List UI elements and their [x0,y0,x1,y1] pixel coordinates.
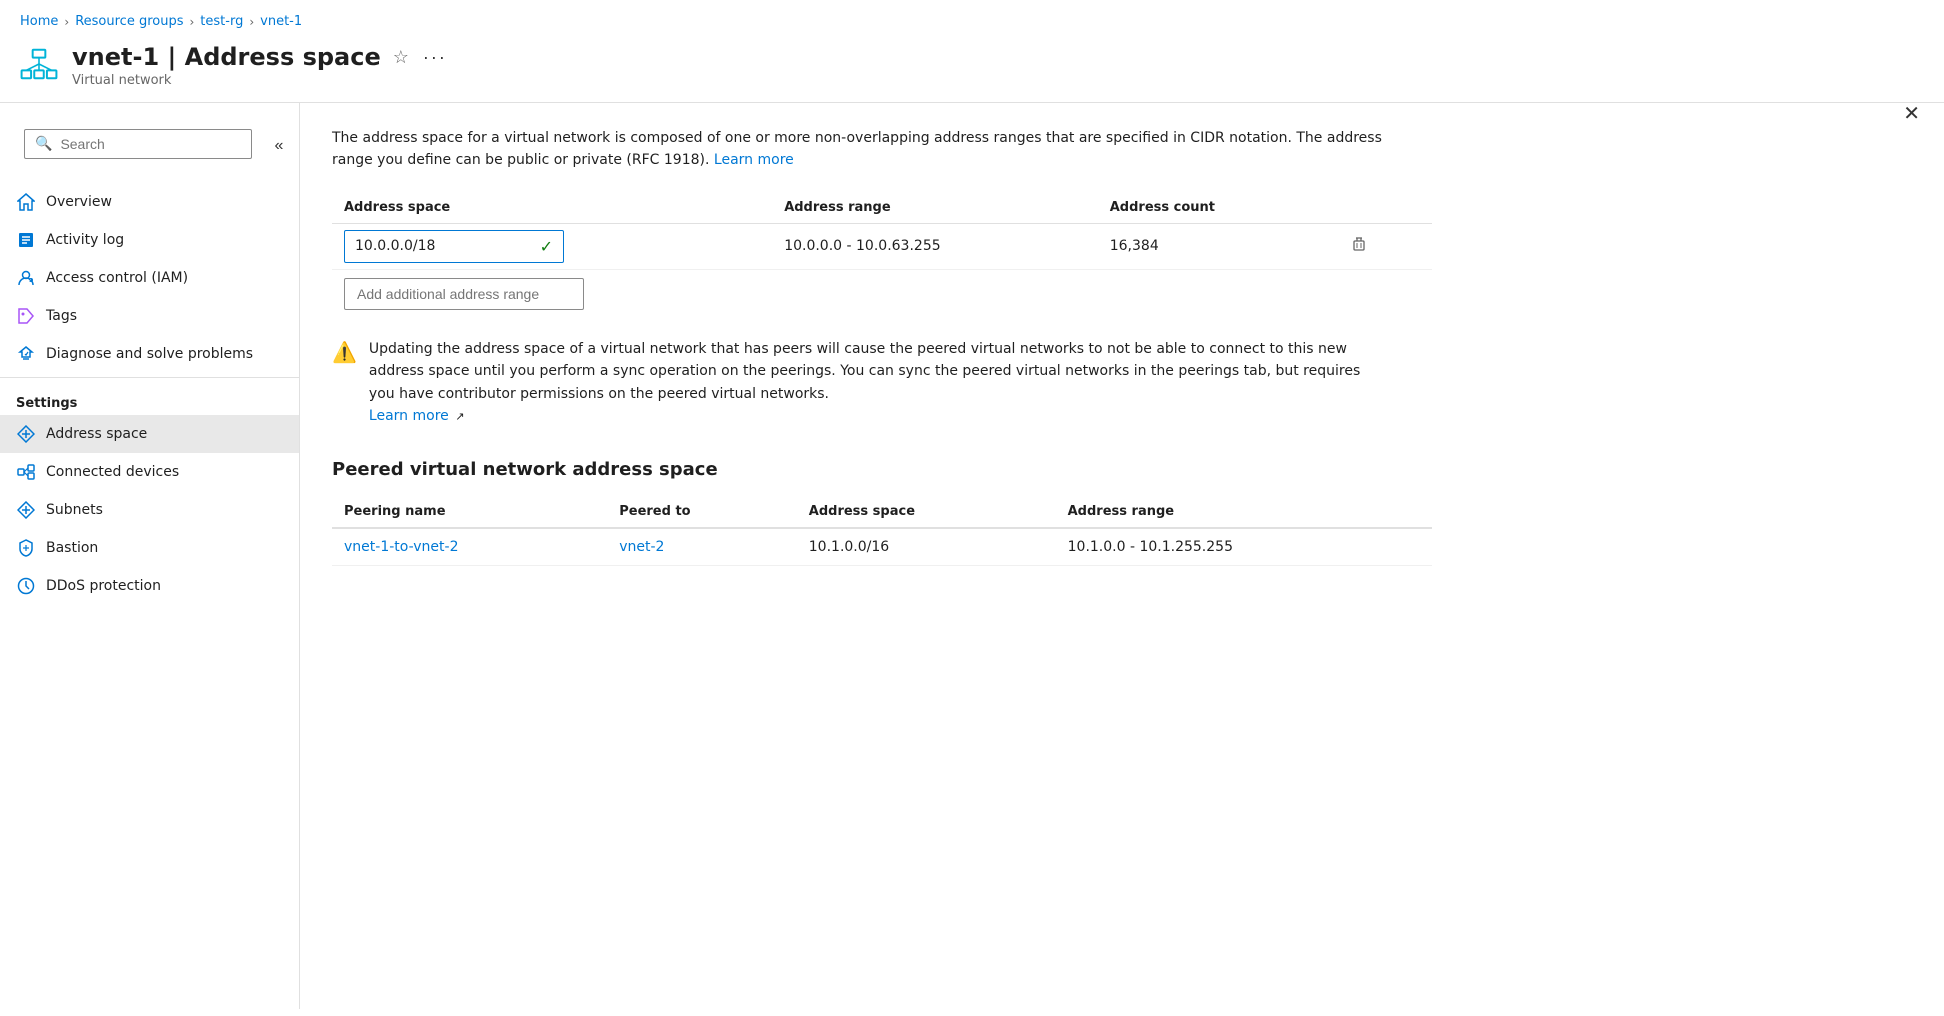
sidebar-item-activity-log[interactable]: Activity log [0,221,299,259]
warning-learn-more-link[interactable]: Learn more [369,408,449,424]
more-actions-button[interactable]: ··· [421,45,449,70]
breadcrumb-resource-groups[interactable]: Resource groups [75,14,183,29]
search-input[interactable] [60,136,241,152]
collapse-sidebar-button[interactable]: « [268,135,289,157]
external-link-icon: ↗ [455,410,464,423]
peered-col-peering-name: Peering name [332,496,607,528]
col-header-address-count: Address count [1098,192,1331,224]
tags-icon [16,306,36,326]
sidebar-item-bastion-label: Bastion [46,540,98,556]
breadcrumb-home[interactable]: Home [20,14,58,29]
sidebar-divider [0,377,299,378]
sidebar-item-subnets-label: Subnets [46,502,103,518]
resource-title-text: vnet-1 | Address space [72,43,381,71]
diagnose-icon [16,344,36,364]
warning-box: ⚠️ Updating the address space of a virtu… [332,334,1382,432]
warning-icon: ⚠️ [332,340,357,428]
iam-icon: ✓ [16,268,36,288]
sidebar-item-connected-devices-label: Connected devices [46,464,179,480]
sidebar-item-diagnose-label: Diagnose and solve problems [46,346,253,362]
add-address-row [332,269,1432,318]
add-address-range-input[interactable] [344,278,584,310]
peered-col-peered-to: Peered to [607,496,797,528]
breadcrumb-sep-3: › [249,15,254,29]
col-header-address-range: Address range [772,192,1098,224]
search-icon: 🔍 [35,136,52,152]
address-space-value: 10.0.0.0/18 [355,238,435,254]
sidebar-item-overview-label: Overview [46,194,112,210]
vnet-icon [20,45,58,83]
breadcrumb-sep-2: › [189,15,194,29]
resource-title: vnet-1 | Address space ☆ ··· [72,43,1924,71]
breadcrumb: Home › Resource groups › test-rg › vnet-… [0,0,1944,37]
breadcrumb-rg-name[interactable]: test-rg [200,14,243,29]
address-table: Address space Address range Address coun… [332,192,1432,318]
main-content: The address space for a virtual network … [300,103,1944,1009]
bastion-icon [16,538,36,558]
sidebar-item-tags-label: Tags [46,308,77,324]
connected-devices-icon [16,462,36,482]
favorite-button[interactable]: ☆ [391,45,411,70]
activity-log-icon [16,230,36,250]
breadcrumb-sep-1: › [64,15,69,29]
sidebar-item-activity-log-label: Activity log [46,232,124,248]
settings-section-label: Settings [0,382,299,415]
sidebar: 🔍 « Overview Activity log ✓ Access contr… [0,103,300,1009]
sidebar-item-subnets[interactable]: Subnets [0,491,299,529]
peered-address-space: 10.1.0.0/16 [797,528,1056,566]
sidebar-item-ddos-label: DDoS protection [46,578,161,594]
peered-col-address-space: Address space [797,496,1056,528]
peered-section-title: Peered virtual network address space [332,459,1912,480]
sidebar-item-address-space-label: Address space [46,426,147,442]
sidebar-item-tags[interactable]: Tags [0,297,299,335]
resource-title-block: vnet-1 | Address space ☆ ··· Virtual net… [72,43,1924,88]
main-layout: 🔍 « Overview Activity log ✓ Access contr… [0,103,1944,1009]
delete-address-button[interactable] [1343,232,1375,261]
description-learn-more-link[interactable]: Learn more [714,152,794,168]
valid-check-icon: ✓ [540,237,553,256]
description-text: The address space for a virtual network … [332,127,1382,172]
sidebar-item-iam-label: Access control (IAM) [46,270,188,286]
col-header-address-space: Address space [332,192,772,224]
sidebar-item-diagnose[interactable]: Diagnose and solve problems [0,335,299,373]
peered-to-link[interactable]: vnet-2 [619,539,664,555]
address-range-value: 10.0.0.0 - 10.0.63.255 [772,223,1098,269]
search-box[interactable]: 🔍 [24,129,252,159]
peered-address-range: 10.1.0.0 - 10.1.255.255 [1056,528,1432,566]
breadcrumb-resource[interactable]: vnet-1 [260,14,302,29]
svg-text:✓: ✓ [28,278,31,283]
overview-icon [16,192,36,212]
ddos-icon [16,576,36,596]
sidebar-item-address-space[interactable]: Address space [0,415,299,453]
peered-col-address-range: Address range [1056,496,1432,528]
sidebar-item-overview[interactable]: Overview [0,183,299,221]
resource-subtitle: Virtual network [72,73,1924,88]
sidebar-item-ddos[interactable]: DDoS protection [0,567,299,605]
address-space-icon [16,424,36,444]
address-row: 10.0.0.0/18 ✓ 10.0.0.0 - 10.0.63.255 16,… [332,223,1432,269]
peered-table: Peering name Peered to Address space Add… [332,496,1432,566]
warning-text: Updating the address space of a virtual … [369,338,1382,428]
close-button[interactable]: ✕ [1899,97,1924,130]
resource-header: vnet-1 | Address space ☆ ··· Virtual net… [0,37,1944,103]
peering-name-link[interactable]: vnet-1-to-vnet-2 [344,539,458,555]
address-space-input[interactable]: 10.0.0.0/18 ✓ [344,230,564,263]
sidebar-item-connected-devices[interactable]: Connected devices [0,453,299,491]
address-count-value: 16,384 [1098,223,1331,269]
sidebar-item-access-control[interactable]: ✓ Access control (IAM) [0,259,299,297]
peered-row: vnet-1-to-vnet-2 vnet-2 10.1.0.0/16 10.1… [332,528,1432,566]
sidebar-item-bastion[interactable]: Bastion [0,529,299,567]
subnets-icon [16,500,36,520]
